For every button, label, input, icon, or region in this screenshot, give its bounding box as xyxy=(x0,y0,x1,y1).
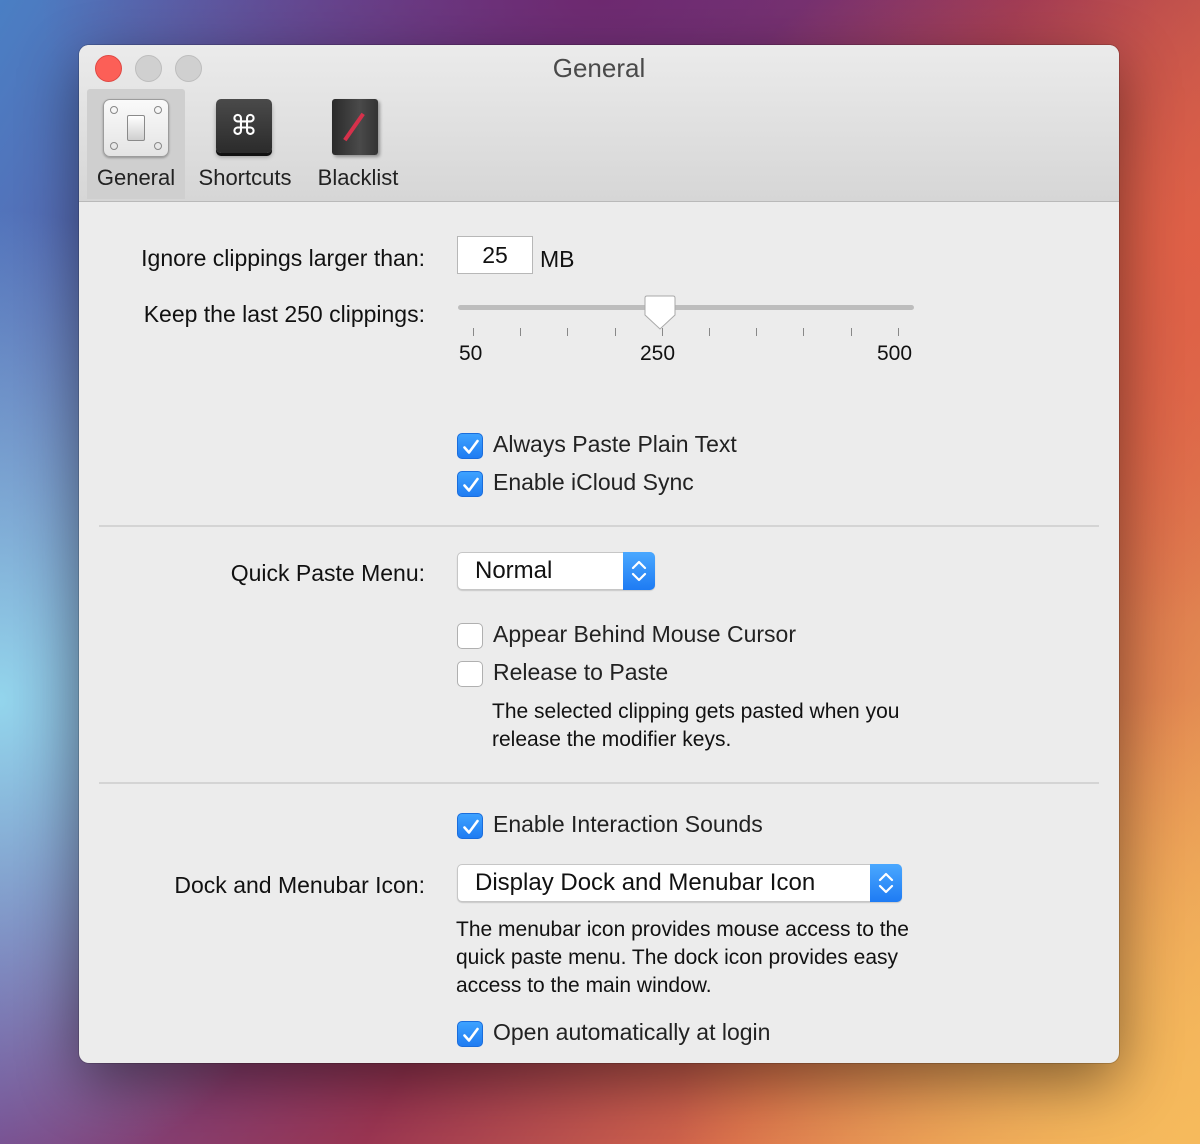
checkbox-checked-icon xyxy=(457,1021,483,1047)
checkbox-checked-icon xyxy=(457,471,483,497)
slider-min-label: 50 xyxy=(459,342,483,365)
quick-paste-label: Quick Paste Menu: xyxy=(230,560,425,586)
command-key-icon: ⌘ xyxy=(216,99,272,153)
quick-paste-popup[interactable]: Normal xyxy=(457,552,655,590)
plain-text-label: Always Paste Plain Text xyxy=(493,431,737,457)
checkbox-checked-icon xyxy=(457,433,483,459)
open-at-login-label: Open automatically at login xyxy=(493,1019,771,1045)
dock-menubar-label: Dock and Menubar Icon: xyxy=(174,872,425,898)
size-unit-label: MB xyxy=(540,246,575,272)
slider-tick xyxy=(662,328,663,336)
slider-tick xyxy=(803,328,804,336)
ignore-clippings-label: Ignore clippings larger than: xyxy=(141,245,425,271)
dock-description: The menubar icon provides mouse access t… xyxy=(456,918,909,997)
slider-max-label: 500 xyxy=(877,342,913,365)
tab-shortcuts[interactable]: ⌘ Shortcuts xyxy=(186,89,304,199)
slider-tick xyxy=(898,328,899,336)
section-divider xyxy=(99,782,1099,784)
max-size-field[interactable]: 25 xyxy=(457,236,533,274)
popup-arrows-icon xyxy=(870,864,902,902)
checkbox-unchecked-icon xyxy=(457,661,483,687)
slider-tick xyxy=(756,328,757,336)
clippings-slider-knob[interactable] xyxy=(644,295,676,331)
titlebar: General General ⌘ Shortcuts Blacklist xyxy=(79,45,1119,202)
dock-menubar-popup[interactable]: Display Dock and Menubar Icon xyxy=(457,864,902,902)
slider-tick xyxy=(567,328,568,336)
popup-arrows-icon xyxy=(623,552,655,590)
slider-tick xyxy=(520,328,521,336)
tab-blacklist-label: Blacklist xyxy=(317,165,399,190)
dock-menubar-value: Display Dock and Menubar Icon xyxy=(475,869,816,896)
window-title: General xyxy=(552,53,646,83)
release-to-paste-label: Release to Paste xyxy=(493,659,669,685)
slider-mid-label: 250 xyxy=(640,342,676,365)
checkbox-checked-icon xyxy=(457,813,483,839)
keep-clippings-label: Keep the last 250 clippings: xyxy=(143,301,425,327)
slider-tick xyxy=(709,328,710,336)
switch-icon xyxy=(103,99,169,157)
general-pane: Ignore clippings larger than: 25 MB Keep… xyxy=(79,202,1119,1063)
tab-blacklist[interactable]: Blacklist xyxy=(304,89,412,199)
slider-tick xyxy=(473,328,474,336)
slider-tick xyxy=(851,328,852,336)
blacklist-book-icon xyxy=(332,99,378,155)
tab-general-label: General xyxy=(96,165,176,190)
section-divider xyxy=(99,525,1099,527)
tab-shortcuts-label: Shortcuts xyxy=(198,165,292,190)
quick-paste-value: Normal xyxy=(475,557,553,584)
interaction-sounds-label: Enable Interaction Sounds xyxy=(493,811,763,837)
checkbox-unchecked-icon xyxy=(457,623,483,649)
clippings-slider-track[interactable] xyxy=(458,305,914,310)
preferences-window: General General ⌘ Shortcuts Blacklist Ig… xyxy=(79,45,1119,1063)
release-description: The selected clipping gets pasted when y… xyxy=(492,700,900,751)
icloud-sync-label: Enable iCloud Sync xyxy=(493,469,694,495)
behind-cursor-label: Appear Behind Mouse Cursor xyxy=(493,621,796,647)
tab-general[interactable]: General xyxy=(87,89,185,199)
slider-tick xyxy=(615,328,616,336)
